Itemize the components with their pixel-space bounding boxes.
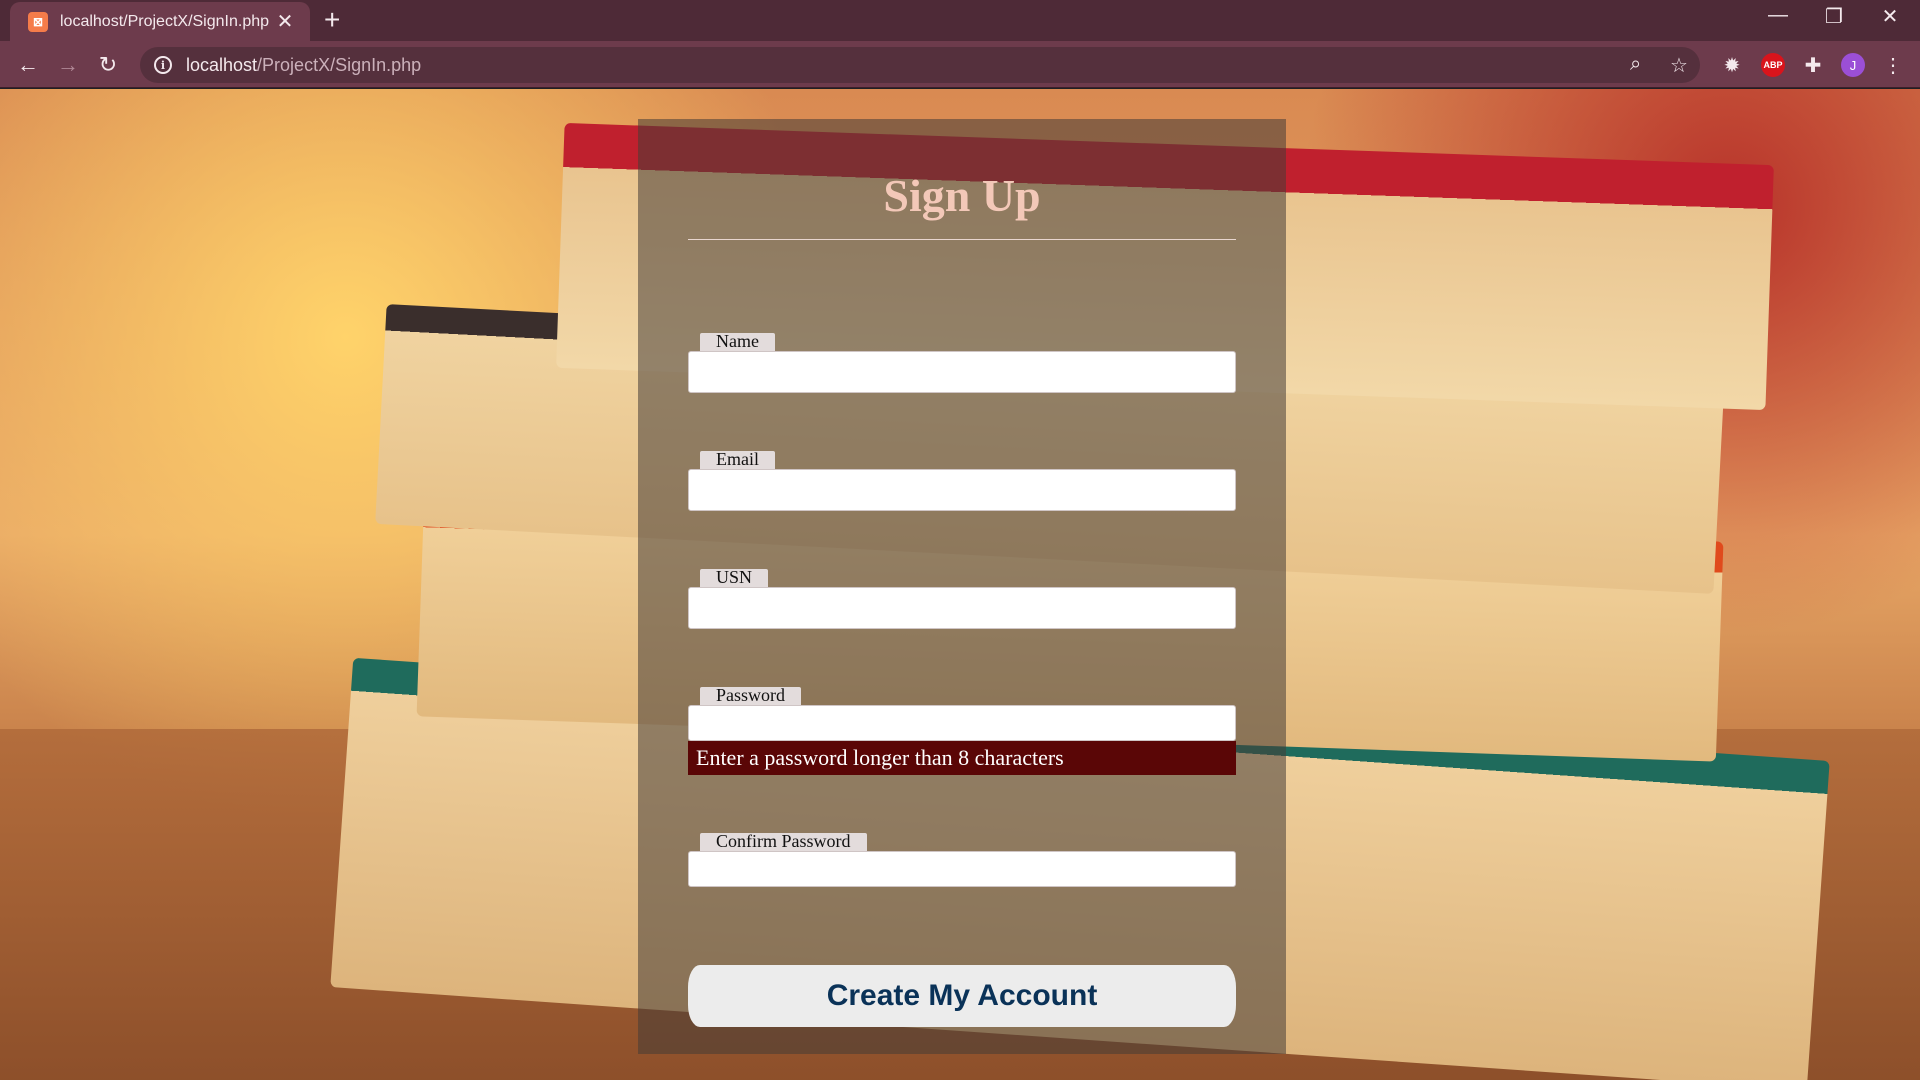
close-tab-icon[interactable]: ✕ xyxy=(274,9,296,34)
reload-icon[interactable]: ↻ xyxy=(92,49,124,81)
profile-avatar[interactable]: J xyxy=(1841,53,1865,77)
name-field: Name xyxy=(688,331,1236,393)
back-icon[interactable]: ← xyxy=(12,49,44,81)
create-account-button[interactable]: Create My Account xyxy=(688,965,1236,1027)
tab-title: localhost/ProjectX/SignIn.php xyxy=(60,12,270,30)
url-text: localhost/ProjectX/SignIn.php xyxy=(186,54,422,75)
title-divider xyxy=(688,239,1236,240)
extension-gear-icon[interactable]: ✹ xyxy=(1720,53,1744,77)
forward-icon[interactable]: → xyxy=(52,49,84,81)
name-label: Name xyxy=(700,331,775,353)
name-input[interactable] xyxy=(688,351,1236,393)
page-background: Sign Up Name Email USN Password Enter a … xyxy=(0,89,1920,1080)
password-field: Password xyxy=(688,685,1236,741)
browser-tab-bar: ⊠ localhost/ProjectX/SignIn.php ✕ + — ❐ … xyxy=(0,0,1920,41)
menu-kebab-icon[interactable]: ⋮ xyxy=(1881,53,1905,77)
xampp-favicon-icon: ⊠ xyxy=(28,11,48,32)
confirm-password-field: Confirm Password xyxy=(688,831,1236,887)
confirm-password-input[interactable] xyxy=(688,851,1236,887)
email-field: Email xyxy=(688,449,1236,511)
signup-form-panel: Sign Up Name Email USN Password Enter a … xyxy=(638,119,1286,1054)
confirm-password-label: Confirm Password xyxy=(700,831,867,853)
adblock-plus-icon[interactable]: ABP xyxy=(1761,53,1785,77)
minimize-icon[interactable]: — xyxy=(1758,4,1798,27)
site-info-icon[interactable]: i xyxy=(154,56,172,74)
extensions-puzzle-icon[interactable]: ✚ xyxy=(1801,53,1825,77)
email-input[interactable] xyxy=(688,469,1236,511)
usn-input[interactable] xyxy=(688,587,1236,629)
password-hint: Enter a password longer than 8 character… xyxy=(688,741,1236,775)
email-label: Email xyxy=(700,449,775,471)
usn-field: USN xyxy=(688,567,1236,629)
window-close-icon[interactable]: ✕ xyxy=(1870,4,1910,29)
password-label: Password xyxy=(700,685,802,707)
bookmark-star-icon[interactable]: ☆ xyxy=(1670,53,1688,78)
browser-toolbar: ← → ↻ i localhost/ProjectX/SignIn.php ⌕ … xyxy=(0,41,1920,88)
form-title: Sign Up xyxy=(883,170,1041,221)
password-input[interactable] xyxy=(688,705,1236,741)
usn-label: USN xyxy=(700,567,769,589)
browser-tab[interactable]: ⊠ localhost/ProjectX/SignIn.php ✕ xyxy=(10,2,310,41)
restore-icon[interactable]: ❐ xyxy=(1814,4,1854,29)
zoom-icon[interactable]: ⌕ xyxy=(1630,53,1641,76)
new-tab-icon[interactable]: + xyxy=(324,4,340,36)
address-bar[interactable]: i localhost/ProjectX/SignIn.php ⌕ ☆ xyxy=(140,47,1700,83)
